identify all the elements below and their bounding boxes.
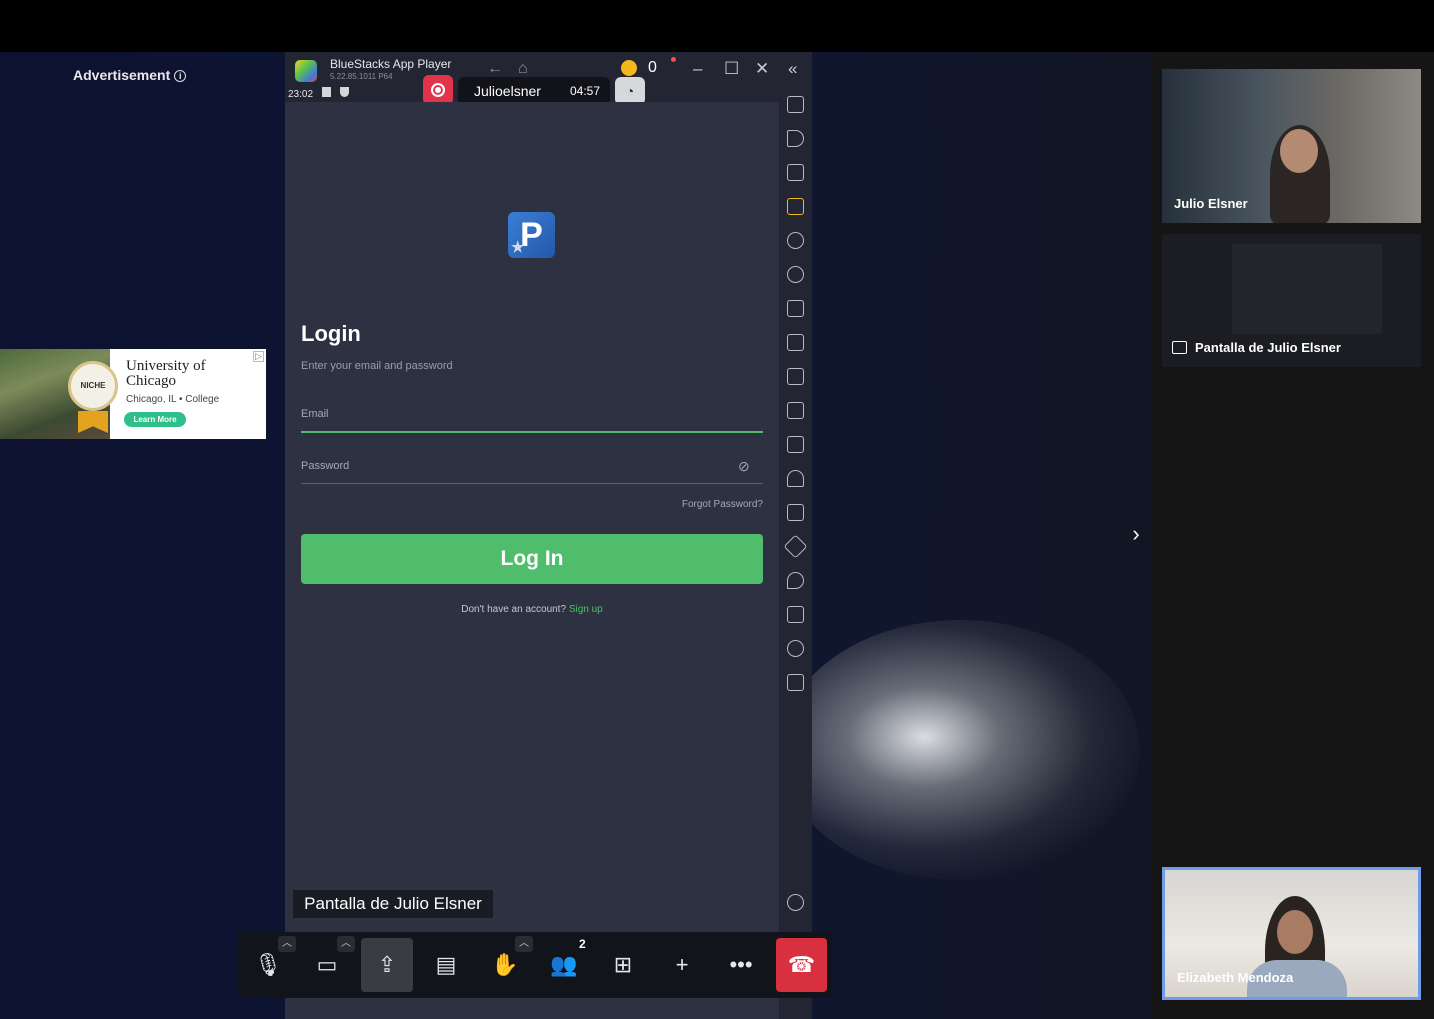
screen-share-icon [1172, 341, 1187, 354]
hang-up-button[interactable]: ☎ [776, 938, 827, 992]
tile-name: Elizabeth Mendoza [1177, 970, 1294, 985]
tile-name: Julio Elsner [1174, 196, 1248, 211]
call-controls-bar: 🎙 ︿ ▭ ︿ ⇪ ▤ ✋ ︿ 👥 2 ⊞ + ••• ☎ [237, 932, 832, 998]
bluestacks-logo-icon [295, 60, 317, 82]
email-field[interactable]: Email [301, 408, 329, 420]
bluestacks-side-toolbar [779, 88, 812, 1019]
minimize-icon[interactable]: – [693, 59, 702, 79]
chevron-right-icon[interactable]: › [1124, 517, 1148, 551]
apk-install-icon[interactable] [787, 334, 804, 351]
multi-instance-icon[interactable] [787, 504, 804, 521]
media-folder-icon[interactable] [787, 436, 804, 453]
bluestacks-app-name: BlueStacks App Player [330, 57, 452, 71]
login-subtitle: Enter your email and password [301, 360, 453, 372]
participant-face [1277, 910, 1313, 954]
collapse-sidebar-icon[interactable]: « [788, 59, 797, 79]
sign-up-link[interactable]: Sign up [569, 604, 603, 615]
video-tile-elizabeth[interactable]: Elizabeth Mendoza [1162, 867, 1421, 1000]
eco-mode-icon[interactable] [783, 534, 808, 559]
android-app-screen: P ★ Login Enter your email and password E… [285, 102, 779, 1019]
macro-icon[interactable] [787, 232, 804, 249]
password-underline [301, 483, 763, 484]
maximize-icon[interactable]: ☐ [724, 59, 739, 79]
volume-icon[interactable] [787, 130, 804, 147]
adchoices-icon[interactable]: ▷ [253, 351, 264, 362]
shield-icon [340, 87, 349, 97]
location-icon[interactable] [787, 572, 804, 589]
bluestacks-window: BlueStacks App Player 5.22.85.1011 P64 2… [285, 52, 812, 1019]
media-icon[interactable] [787, 164, 804, 181]
mic-options-chevron-icon[interactable]: ︿ [278, 936, 296, 952]
game-controls-icon[interactable] [787, 300, 804, 317]
chat-button[interactable]: ▤ [420, 938, 472, 992]
screen-share-label: Pantalla de Julio Elsner [293, 890, 493, 918]
camera-options-chevron-icon[interactable]: ︿ [337, 936, 355, 952]
participant-face [1280, 129, 1318, 173]
more-options-button[interactable]: ••• [715, 938, 767, 992]
sync-icon[interactable] [787, 640, 804, 657]
settings-gear-icon[interactable] [787, 894, 804, 911]
layers-icon[interactable] [787, 606, 804, 623]
video-tile-screen-share[interactable]: Pantalla de Julio Elsner [1162, 234, 1421, 367]
coin-icon[interactable] [621, 60, 637, 76]
performance-gauge-icon[interactable]: ◔ [615, 77, 645, 105]
bluestacks-titlebar: BlueStacks App Player 5.22.85.1011 P64 2… [285, 52, 812, 105]
close-icon[interactable]: ✕ [755, 59, 769, 79]
record-screen-icon[interactable] [787, 402, 804, 419]
fullscreen-icon[interactable] [787, 96, 804, 113]
bluestacks-version: 5.22.85.1011 P64 [330, 72, 393, 81]
reactions-chevron-icon[interactable]: ︿ [515, 936, 533, 952]
airplane-mode-icon[interactable] [787, 470, 804, 487]
home-icon[interactable]: ⌂ [518, 60, 528, 78]
password-visibility-icon[interactable]: ⊘ [738, 458, 750, 475]
ad-location: Chicago, IL • College [126, 394, 220, 405]
recording-pill: Julioelsner 04:57 [458, 77, 610, 105]
screenshot-icon[interactable] [787, 368, 804, 385]
signup-prompt: Don't have an account? Sign up [461, 604, 603, 615]
ad-banner[interactable]: NICHE University of Chicago Chicago, IL … [0, 349, 266, 439]
sim-icon [322, 87, 331, 97]
notification-dot [671, 57, 676, 62]
status-clock: 23:02 [288, 89, 314, 100]
sidebar-panel-icon[interactable] [787, 674, 804, 691]
ad-title: University of Chicago [126, 358, 206, 389]
recording-timer: 04:57 [570, 84, 601, 98]
log-in-button[interactable]: Log In [301, 534, 763, 584]
share-screen-button[interactable]: ⇪ [361, 938, 413, 992]
keyboard-icon[interactable] [787, 198, 804, 215]
tile-name: Pantalla de Julio Elsner [1172, 340, 1341, 355]
login-title: Login [301, 321, 361, 346]
app-logo-icon: P ★ [508, 212, 555, 258]
password-field[interactable]: Password [301, 460, 349, 472]
camera-glow [780, 620, 1140, 880]
info-icon[interactable]: i [174, 70, 187, 82]
add-participant-button[interactable]: + [656, 938, 708, 992]
rotate-icon[interactable] [787, 266, 804, 283]
screen-share-thumbnail [1232, 244, 1382, 334]
recording-user: Julioelsner [474, 83, 541, 99]
forgot-password-link[interactable]: Forgot Password? [682, 499, 763, 510]
participants-count-badge: 2 [579, 937, 586, 951]
coin-count: 0 [648, 59, 657, 76]
video-tile-julio[interactable]: Julio Elsner [1162, 69, 1421, 223]
back-arrow-icon[interactable]: ← [487, 60, 503, 78]
advertisement-label: Advertisement i [73, 67, 187, 83]
ad-learn-more-button[interactable]: Learn More [124, 412, 186, 427]
record-button[interactable] [423, 75, 453, 105]
email-underline [301, 431, 763, 433]
grid-view-button[interactable]: ⊞ [597, 938, 649, 992]
top-bar [0, 0, 1434, 52]
niche-seal-icon: NICHE [68, 361, 118, 411]
